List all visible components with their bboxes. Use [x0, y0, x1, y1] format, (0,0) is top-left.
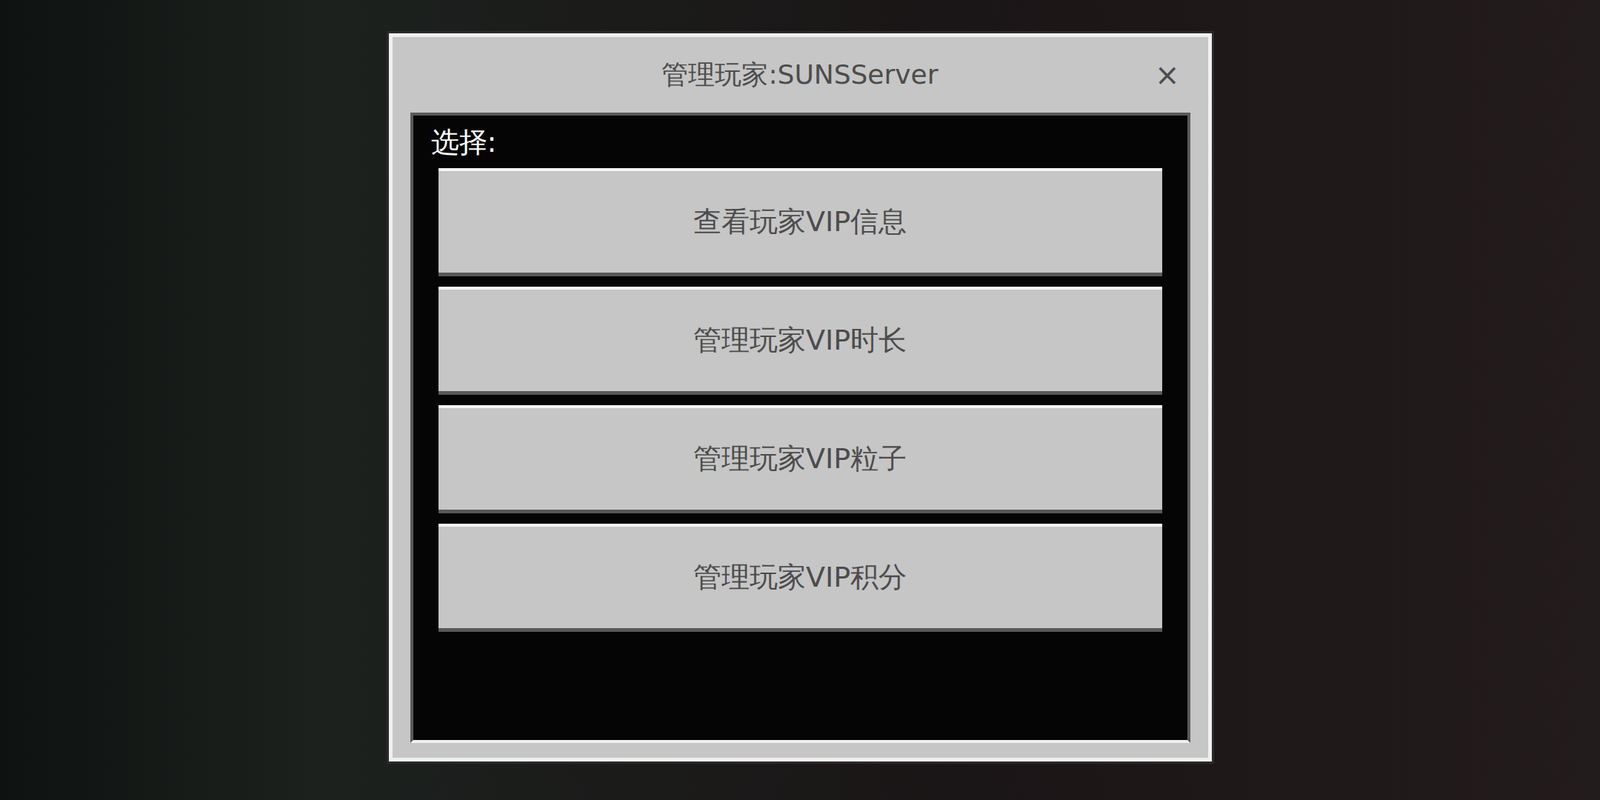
- game-screen: 管理玩家:SUNSServer×选择:查看玩家VIP信息管理玩家VIP时长管理玩…: [0, 0, 1600, 800]
- button-list: 查看玩家VIP信息管理玩家VIP时长管理玩家VIP粒子管理玩家VIP积分: [438, 168, 1163, 632]
- form-dialog: 管理玩家:SUNSServer×选择:查看玩家VIP信息管理玩家VIP时长管理玩…: [388, 33, 1212, 762]
- dialog-title: 管理玩家:SUNSServer: [661, 54, 938, 95]
- prompt-label: 选择:: [431, 124, 1163, 161]
- form-button[interactable]: 查看玩家VIP信息: [438, 168, 1163, 277]
- form-button[interactable]: 管理玩家VIP时长: [438, 286, 1163, 395]
- form-button[interactable]: 管理玩家VIP积分: [438, 523, 1163, 632]
- form-button[interactable]: 管理玩家VIP粒子: [438, 405, 1163, 514]
- close-button[interactable]: ×: [1148, 57, 1186, 93]
- dialog-header: 管理玩家:SUNSServer ×: [392, 37, 1209, 113]
- content-panel: 选择: 查看玩家VIP信息管理玩家VIP时长管理玩家VIP粒子管理玩家VIP积分: [410, 112, 1191, 743]
